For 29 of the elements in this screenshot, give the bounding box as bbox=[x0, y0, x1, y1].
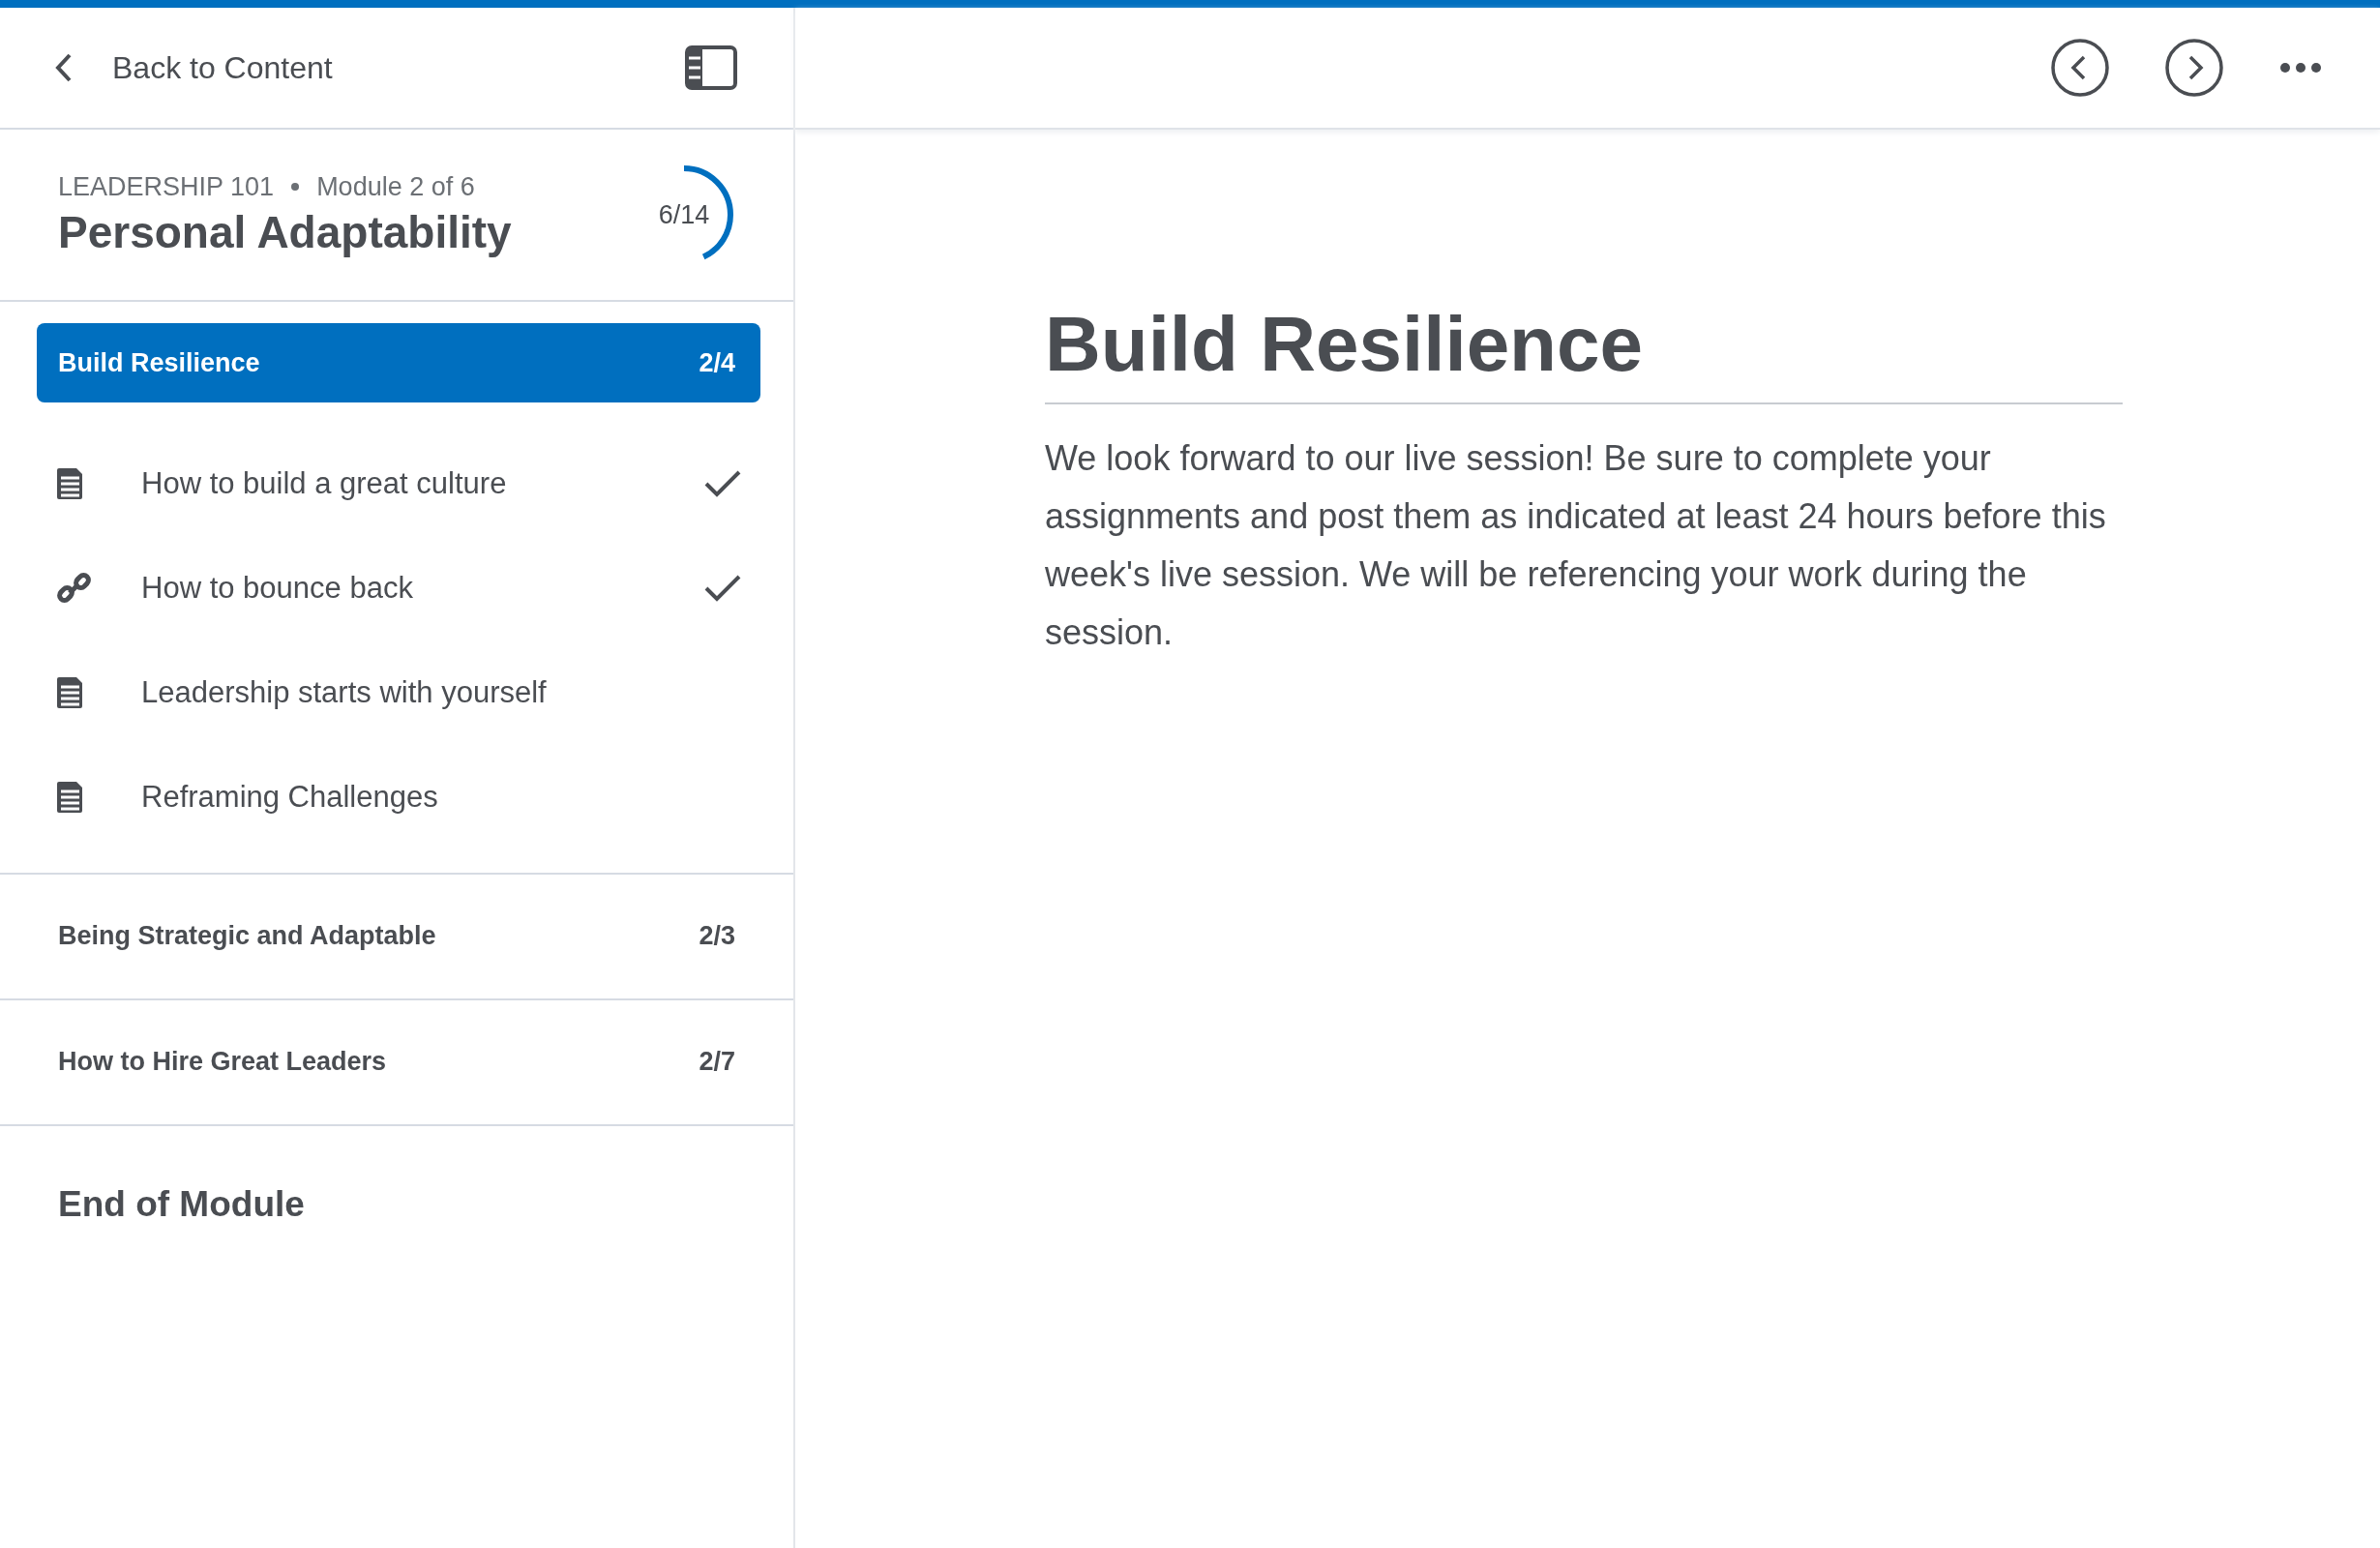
progress-count: 6/14 bbox=[658, 199, 710, 230]
section-item[interactable]: Being Strategic and Adaptable 2/3 bbox=[37, 896, 760, 975]
section-item[interactable]: How to Hire Great Leaders 2/7 bbox=[37, 1022, 760, 1101]
previous-icon bbox=[2051, 39, 2109, 97]
body-text: We look forward to our live session! Be sure to complete your assignments and post them as indicated at least 24 hours before this week's live session. We will be referencing your work during the session. bbox=[1045, 437, 2107, 654]
lesson-item[interactable]: How to bounce back bbox=[0, 536, 793, 640]
sidebar-toggle-icon[interactable] bbox=[685, 45, 737, 90]
lesson-item[interactable]: Leadership starts with yourself bbox=[0, 640, 793, 745]
section-item[interactable]: Build Resilience 2/4 bbox=[37, 323, 760, 402]
checkmark-icon bbox=[704, 574, 741, 603]
more-options-button[interactable] bbox=[2279, 62, 2322, 74]
page-title: Build Resilience bbox=[1045, 300, 2123, 404]
document-icon bbox=[56, 466, 85, 501]
module-position: Module 2 of 6 bbox=[316, 171, 475, 202]
end-of-module-link[interactable]: End of Module bbox=[0, 1126, 793, 1283]
course-name: LEADERSHIP 101 bbox=[58, 171, 275, 202]
checkmark-icon bbox=[704, 469, 741, 498]
back-link[interactable]: Back to Content bbox=[54, 49, 685, 86]
document-icon bbox=[56, 675, 85, 710]
previous-button[interactable] bbox=[2051, 39, 2109, 97]
more-icon bbox=[2279, 62, 2322, 74]
module-title: Personal Adaptability bbox=[58, 205, 513, 258]
chevron-left-icon bbox=[54, 53, 74, 82]
lesson-item[interactable]: How to build a great culture bbox=[0, 432, 793, 536]
document-icon bbox=[56, 780, 85, 815]
separator-dot bbox=[291, 183, 300, 191]
next-icon bbox=[2165, 39, 2223, 97]
lesson-item[interactable]: Reframing Challenges bbox=[0, 745, 793, 849]
next-button[interactable] bbox=[2165, 39, 2223, 97]
